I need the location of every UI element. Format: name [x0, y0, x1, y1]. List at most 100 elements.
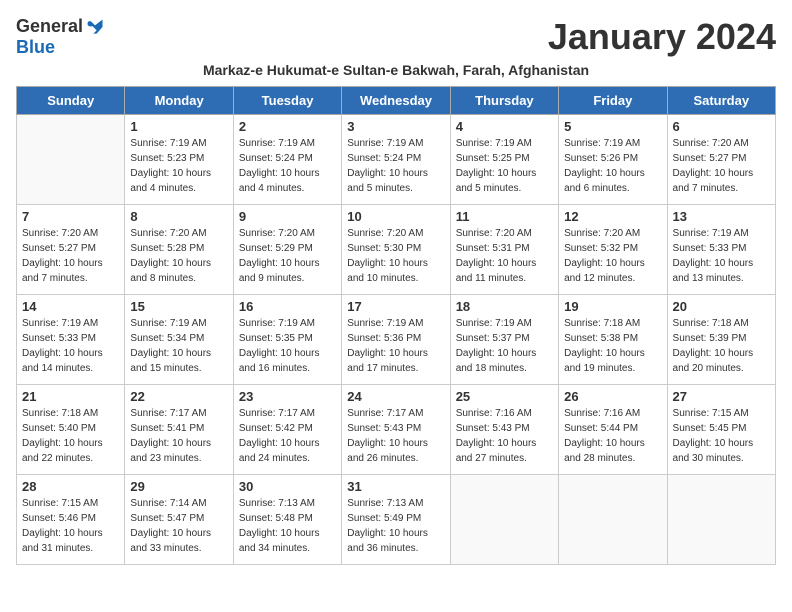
col-monday: Monday: [125, 87, 233, 115]
day-number: 26: [564, 389, 661, 404]
col-saturday: Saturday: [667, 87, 775, 115]
subtitle: Markaz-e Hukumat-e Sultan-e Bakwah, Fara…: [16, 62, 776, 78]
day-cell: 10 Sunrise: 7:20 AM Sunset: 5:30 PM Dayli…: [342, 205, 450, 295]
logo-blue-text: Blue: [16, 37, 55, 58]
day-number: 22: [130, 389, 227, 404]
day-cell: 30Sunrise: 7:13 AM Sunset: 5:48 PM Dayli…: [233, 475, 341, 565]
day-cell: 23 Sunrise: 7:17 AM Sunset: 5:42 PM Dayli…: [233, 385, 341, 475]
page-container: General Blue January 2024 Markaz-e Hukum…: [16, 16, 776, 565]
day-number: 10: [347, 209, 444, 224]
day-cell: 7 Sunrise: 7:20 AM Sunset: 5:27 PM Daylig…: [17, 205, 125, 295]
day-number: 21: [22, 389, 119, 404]
day-number: 11: [456, 209, 553, 224]
day-info: Sunrise: 7:19 AM Sunset: 5:33 PM Dayligh…: [673, 226, 770, 286]
col-tuesday: Tuesday: [233, 87, 341, 115]
day-cell: 11 Sunrise: 7:20 AM Sunset: 5:31 PM Dayli…: [450, 205, 558, 295]
logo-general-text: General: [16, 16, 83, 37]
week-row-2: 7 Sunrise: 7:20 AM Sunset: 5:27 PM Daylig…: [17, 205, 776, 295]
day-info: Sunrise: 7:18 AM Sunset: 5:40 PM Dayligh…: [22, 406, 119, 466]
day-cell: 21 Sunrise: 7:18 AM Sunset: 5:40 PM Dayli…: [17, 385, 125, 475]
day-number: 27: [673, 389, 770, 404]
week-row-5: 28Sunrise: 7:15 AM Sunset: 5:46 PM Dayli…: [17, 475, 776, 565]
day-number: 9: [239, 209, 336, 224]
calendar-header: Sunday Monday Tuesday Wednesday Thursday…: [17, 87, 776, 115]
col-wednesday: Wednesday: [342, 87, 450, 115]
day-cell: 16Sunrise: 7:19 AM Sunset: 5:35 PM Dayli…: [233, 295, 341, 385]
day-number: 29: [130, 479, 227, 494]
day-number: 7: [22, 209, 119, 224]
day-cell: 13 Sunrise: 7:19 AM Sunset: 5:33 PM Dayli…: [667, 205, 775, 295]
day-cell: 3Sunrise: 7:19 AM Sunset: 5:24 PM Daylig…: [342, 115, 450, 205]
day-number: 4: [456, 119, 553, 134]
day-number: 8: [130, 209, 227, 224]
day-number: 31: [347, 479, 444, 494]
day-info: Sunrise: 7:20 AM Sunset: 5:32 PM Dayligh…: [564, 226, 661, 286]
day-cell: 18Sunrise: 7:19 AM Sunset: 5:37 PM Dayli…: [450, 295, 558, 385]
day-info: Sunrise: 7:20 AM Sunset: 5:27 PM Dayligh…: [22, 226, 119, 286]
day-info: Sunrise: 7:19 AM Sunset: 5:33 PM Dayligh…: [22, 316, 119, 376]
day-info: Sunrise: 7:18 AM Sunset: 5:39 PM Dayligh…: [673, 316, 770, 376]
day-cell: 6Sunrise: 7:20 AM Sunset: 5:27 PM Daylig…: [667, 115, 775, 205]
day-cell: [559, 475, 667, 565]
day-info: Sunrise: 7:16 AM Sunset: 5:44 PM Dayligh…: [564, 406, 661, 466]
day-cell: 20 Sunrise: 7:18 AM Sunset: 5:39 PM Dayli…: [667, 295, 775, 385]
day-info: Sunrise: 7:15 AM Sunset: 5:46 PM Dayligh…: [22, 496, 119, 556]
day-cell: 9Sunrise: 7:20 AM Sunset: 5:29 PM Daylig…: [233, 205, 341, 295]
day-number: 25: [456, 389, 553, 404]
day-cell: 12 Sunrise: 7:20 AM Sunset: 5:32 PM Dayli…: [559, 205, 667, 295]
calendar-body: 1Sunrise: 7:19 AM Sunset: 5:23 PM Daylig…: [17, 115, 776, 565]
day-cell: 4 Sunrise: 7:19 AM Sunset: 5:25 PM Daylig…: [450, 115, 558, 205]
day-number: 13: [673, 209, 770, 224]
day-info: Sunrise: 7:13 AM Sunset: 5:49 PM Dayligh…: [347, 496, 444, 556]
day-cell: 1Sunrise: 7:19 AM Sunset: 5:23 PM Daylig…: [125, 115, 233, 205]
day-info: Sunrise: 7:15 AM Sunset: 5:45 PM Dayligh…: [673, 406, 770, 466]
day-number: 14: [22, 299, 119, 314]
day-number: 20: [673, 299, 770, 314]
day-cell: 17 Sunrise: 7:19 AM Sunset: 5:36 PM Dayli…: [342, 295, 450, 385]
day-cell: 5Sunrise: 7:19 AM Sunset: 5:26 PM Daylig…: [559, 115, 667, 205]
col-sunday: Sunday: [17, 87, 125, 115]
day-info: Sunrise: 7:17 AM Sunset: 5:41 PM Dayligh…: [130, 406, 227, 466]
day-info: Sunrise: 7:20 AM Sunset: 5:27 PM Dayligh…: [673, 136, 770, 196]
day-number: 23: [239, 389, 336, 404]
month-title: January 2024: [548, 16, 776, 58]
day-info: Sunrise: 7:16 AM Sunset: 5:43 PM Dayligh…: [456, 406, 553, 466]
day-info: Sunrise: 7:17 AM Sunset: 5:42 PM Dayligh…: [239, 406, 336, 466]
day-info: Sunrise: 7:19 AM Sunset: 5:24 PM Dayligh…: [347, 136, 444, 196]
day-info: Sunrise: 7:14 AM Sunset: 5:47 PM Dayligh…: [130, 496, 227, 556]
day-number: 17: [347, 299, 444, 314]
day-cell: 28Sunrise: 7:15 AM Sunset: 5:46 PM Dayli…: [17, 475, 125, 565]
day-cell: 15 Sunrise: 7:19 AM Sunset: 5:34 PM Dayli…: [125, 295, 233, 385]
col-friday: Friday: [559, 87, 667, 115]
day-info: Sunrise: 7:20 AM Sunset: 5:30 PM Dayligh…: [347, 226, 444, 286]
day-cell: 27 Sunrise: 7:15 AM Sunset: 5:45 PM Dayli…: [667, 385, 775, 475]
day-cell: [450, 475, 558, 565]
day-info: Sunrise: 7:19 AM Sunset: 5:25 PM Dayligh…: [456, 136, 553, 196]
day-info: Sunrise: 7:20 AM Sunset: 5:31 PM Dayligh…: [456, 226, 553, 286]
day-info: Sunrise: 7:19 AM Sunset: 5:36 PM Dayligh…: [347, 316, 444, 376]
day-info: Sunrise: 7:19 AM Sunset: 5:24 PM Dayligh…: [239, 136, 336, 196]
day-cell: 2Sunrise: 7:19 AM Sunset: 5:24 PM Daylig…: [233, 115, 341, 205]
day-info: Sunrise: 7:17 AM Sunset: 5:43 PM Dayligh…: [347, 406, 444, 466]
day-cell: 8 Sunrise: 7:20 AM Sunset: 5:28 PM Daylig…: [125, 205, 233, 295]
logo-text: General: [16, 16, 105, 37]
day-cell: 31 Sunrise: 7:13 AM Sunset: 5:49 PM Dayli…: [342, 475, 450, 565]
day-cell: 22 Sunrise: 7:17 AM Sunset: 5:41 PM Dayli…: [125, 385, 233, 475]
day-info: Sunrise: 7:19 AM Sunset: 5:34 PM Dayligh…: [130, 316, 227, 376]
week-row-3: 14 Sunrise: 7:19 AM Sunset: 5:33 PM Dayli…: [17, 295, 776, 385]
day-cell: 19 Sunrise: 7:18 AM Sunset: 5:38 PM Dayli…: [559, 295, 667, 385]
header: General Blue January 2024: [16, 16, 776, 58]
day-number: 12: [564, 209, 661, 224]
header-row: Sunday Monday Tuesday Wednesday Thursday…: [17, 87, 776, 115]
week-row-1: 1Sunrise: 7:19 AM Sunset: 5:23 PM Daylig…: [17, 115, 776, 205]
day-info: Sunrise: 7:20 AM Sunset: 5:28 PM Dayligh…: [130, 226, 227, 286]
col-thursday: Thursday: [450, 87, 558, 115]
day-number: 15: [130, 299, 227, 314]
logo-bird-icon: [85, 17, 105, 37]
day-number: 30: [239, 479, 336, 494]
day-cell: 24Sunrise: 7:17 AM Sunset: 5:43 PM Dayli…: [342, 385, 450, 475]
day-info: Sunrise: 7:18 AM Sunset: 5:38 PM Dayligh…: [564, 316, 661, 376]
day-number: 5: [564, 119, 661, 134]
day-number: 19: [564, 299, 661, 314]
day-cell: 29 Sunrise: 7:14 AM Sunset: 5:47 PM Dayli…: [125, 475, 233, 565]
